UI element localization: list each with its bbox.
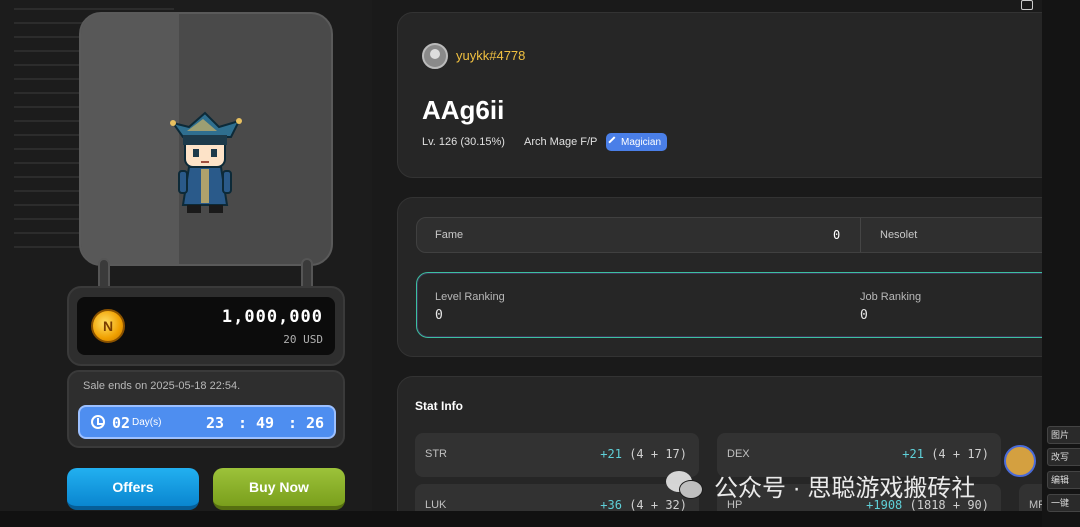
user-avatar[interactable] <box>422 43 448 69</box>
price-usd: 20 USD <box>283 333 323 346</box>
job-ranking-value: 0 <box>860 308 868 323</box>
wechat-icon <box>666 469 706 501</box>
username-link[interactable]: yuykk#4778 <box>456 48 525 63</box>
watermark: 公众号 · 思聪游戏搬砖社 <box>666 465 975 505</box>
countdown-minutes: 49 <box>256 414 275 432</box>
sale-panel: Sale ends on 2025-05-18 22:54. 02 Day(s)… <box>67 370 345 448</box>
side-tool-rewrite[interactable]: 改写 <box>1047 448 1080 466</box>
info-card: Fame 0 Nesolet Level Ranking 0 Job Ranki… <box>397 197 1057 357</box>
character-name: AAg6ii <box>422 95 505 125</box>
nesolet-coin-icon: N <box>91 309 125 343</box>
fame-label: Fame <box>435 229 464 241</box>
sale-end-text: Sale ends on 2025-05-18 22:54. <box>83 380 241 392</box>
level-ranking-label: Level Ranking <box>435 291 505 303</box>
watermark-text: 公众号 · 思聪游戏搬砖社 <box>714 474 976 502</box>
fame-value: 0 <box>833 228 841 242</box>
level-ranking-value: 0 <box>435 308 443 323</box>
class-badge-label: Magician <box>621 136 662 148</box>
side-tool-oneclick[interactable]: 一键 <box>1047 494 1080 512</box>
price-amount: 1,000,000 <box>221 307 323 327</box>
countdown-separator: : <box>238 414 248 432</box>
side-tool-image[interactable]: 图片 <box>1047 426 1080 444</box>
divider <box>860 218 861 252</box>
bottom-edge <box>0 511 1042 527</box>
stat-value: +21 (4 + 17) <box>600 447 687 461</box>
side-tool-edit[interactable]: 编辑 <box>1047 471 1080 489</box>
sale-countdown: 02 Day(s) 23 : 49 : 26 <box>78 405 336 439</box>
offers-button[interactable]: Offers <box>67 468 199 510</box>
stat-row: STR +21 (4 + 17) <box>415 433 699 477</box>
fame-guild-bar: Fame 0 Nesolet <box>416 217 1056 253</box>
character-preview-frame <box>79 12 333 266</box>
job-ranking-label: Job Ranking <box>860 291 922 303</box>
stat-name: DEX <box>727 448 750 460</box>
countdown-separator: : <box>288 414 298 432</box>
buy-now-button[interactable]: Buy Now <box>213 468 345 510</box>
countdown-days: 02 <box>112 414 131 432</box>
profile-card: yuykk#4778 AAg6ii Lv. 126 (30.15%) Arch … <box>397 12 1057 178</box>
countdown-seconds: 26 <box>306 414 325 432</box>
clock-icon <box>91 415 105 429</box>
price-panel: N 1,000,000 20 USD <box>67 286 345 366</box>
countdown-day-unit: Day(s) <box>132 417 162 428</box>
stat-info-title: Stat Info <box>415 399 463 413</box>
price-display: N 1,000,000 20 USD <box>77 297 335 355</box>
ranking-box: Level Ranking 0 Job Ranking 0 <box>416 272 1056 338</box>
stat-value: +21 (4 + 17) <box>902 447 989 461</box>
expand-icon[interactable] <box>1021 0 1033 10</box>
wand-icon <box>608 136 620 148</box>
character-job: Arch Mage F/P <box>524 136 598 148</box>
stat-name: LUK <box>425 499 447 511</box>
character-sprite <box>170 111 242 213</box>
countdown-hours: 23 <box>206 414 225 432</box>
floating-avatar[interactable] <box>1004 445 1036 477</box>
class-badge: Magician <box>606 133 668 151</box>
stat-name: STR <box>425 448 447 460</box>
character-level: Lv. 126 (30.15%) <box>422 136 505 148</box>
guild-label: Nesolet <box>880 229 918 241</box>
